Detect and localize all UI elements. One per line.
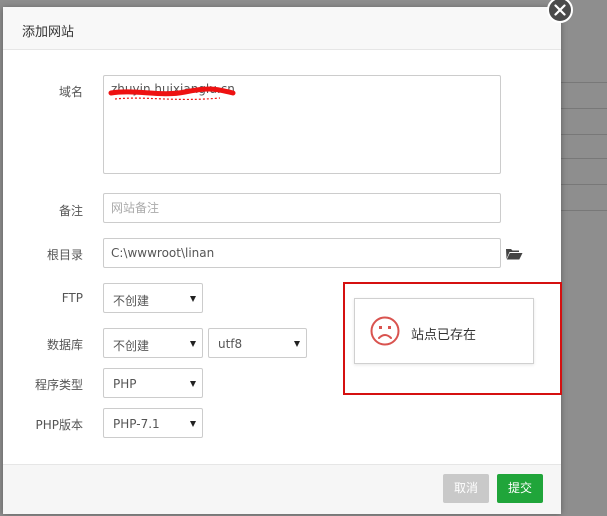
dialog-footer: 取消 提交 (3, 464, 561, 514)
chevron-down-icon (294, 341, 300, 347)
database-select-value: 不创建 (113, 339, 150, 353)
dialog-header: 添加网站 (3, 7, 561, 50)
submit-button[interactable]: 提交 (497, 474, 543, 503)
cancel-button[interactable]: 取消 (443, 474, 489, 503)
php-version-select-value: PHP-7.1 (113, 417, 160, 431)
program-type-label: 程序类型 (34, 378, 83, 392)
program-type-select-value: PHP (113, 377, 137, 391)
folder-open-icon[interactable] (506, 247, 523, 260)
database-label: 数据库 (46, 338, 83, 352)
chevron-down-icon (190, 381, 196, 387)
toast-message: 站点已存在 (411, 328, 477, 343)
error-toast: 站点已存在 (354, 298, 534, 364)
sad-face-icon (370, 316, 400, 346)
database-select[interactable]: 不创建 (103, 328, 203, 358)
chevron-down-icon (190, 341, 196, 347)
close-icon (554, 4, 566, 16)
charset-select-value: utf8 (218, 337, 243, 351)
root-dir-input[interactable] (103, 238, 501, 268)
domain-label: 域名 (58, 85, 83, 99)
ftp-label: FTP (61, 291, 83, 305)
php-version-select[interactable]: PHP-7.1 (103, 408, 203, 438)
add-site-dialog: 添加网站 域名 zhuyin.huixianglu.cn 备注 根目录 FTP … (3, 7, 561, 514)
program-type-select[interactable]: PHP (103, 368, 203, 398)
remark-label: 备注 (58, 204, 83, 218)
root-dir-label: 根目录 (46, 248, 83, 262)
chevron-down-icon (190, 421, 196, 427)
ftp-select-value: 不创建 (113, 294, 150, 308)
charset-select[interactable]: utf8 (208, 328, 307, 358)
remark-input[interactable] (103, 193, 501, 223)
dialog-title: 添加网站 (22, 25, 75, 40)
ftp-select[interactable]: 不创建 (103, 283, 203, 313)
php-version-label: PHP版本 (35, 418, 84, 432)
chevron-down-icon (190, 296, 196, 302)
domain-textarea[interactable]: zhuyin.huixianglu.cn (103, 75, 501, 174)
